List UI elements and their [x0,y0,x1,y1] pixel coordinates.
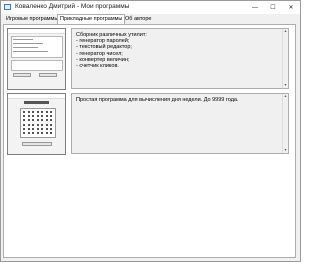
title-bar[interactable]: Коваленко Дмитрий - Мои программы — ☐ ✕ [1,1,300,14]
calendar-cell [41,132,43,134]
calendar-cell [50,132,52,134]
description-line: Простая программа для вычисления дня нед… [76,97,239,103]
maximize-button[interactable]: ☐ [264,1,282,14]
main-window: Коваленко Дмитрий - Мои программы — ☐ ✕ … [0,0,301,262]
calendar-cell [36,132,39,134]
calendar-cell [36,123,39,126]
tab-about[interactable]: Об авторе [123,15,153,23]
calendar-cell [36,111,39,113]
calendar-cell [23,115,25,118]
description-scrollbar[interactable]: ▲ ▼ [282,94,288,153]
scroll-up-icon[interactable]: ▲ [283,29,288,34]
calendar-cell [23,123,25,126]
calendar-cell [41,123,43,126]
program-description-weekday: Простая программа для вычисления дня нед… [71,93,289,154]
calendar-cell [41,111,43,113]
calendar-cell [23,127,25,130]
scroll-up-icon[interactable]: ▲ [283,94,288,99]
calendar-cell [36,115,39,118]
calendar-cell [27,119,30,122]
calendar-cell [27,132,30,134]
calendar-cell [45,115,48,118]
calendar-cell [50,119,52,122]
calendar-cell [45,127,48,130]
calendar-cell [50,111,52,113]
calendar-cell [45,119,48,122]
calendar-cell [32,132,34,134]
calendar-cell [27,115,30,118]
program-screenshot-utilities[interactable] [7,28,66,90]
calendar-cell [41,115,43,118]
calendar-cell [23,111,25,113]
calendar-cell [50,127,52,130]
calendar-cell [50,123,52,126]
calendar-cell [41,127,43,130]
scroll-down-icon[interactable]: ▼ [283,83,288,88]
scroll-down-icon[interactable]: ▼ [283,148,288,153]
tab-content-panel: Сборник различных утилит: - генератор па… [3,24,296,258]
calendar-cell [32,115,34,118]
window-title: Коваленко Дмитрий - Мои программы [15,3,130,10]
calendar-cell [45,111,48,113]
minimize-button[interactable]: — [246,1,264,14]
calendar-cell [23,119,25,122]
calendar-cell [45,132,48,134]
calendar-cell [27,111,30,113]
calendar-cell [45,123,48,126]
calendar-cell [32,119,34,122]
calendar-cell [32,111,34,113]
program-screenshot-weekday[interactable] [7,93,66,155]
close-button[interactable]: ✕ [282,1,300,14]
calendar-cell [36,127,39,130]
calendar-cell [36,119,39,122]
description-line: - счетчик кликов. [76,63,119,70]
calendar-cell [23,132,25,134]
calendar-cell [50,115,52,118]
calendar-cell [32,127,34,130]
app-icon [4,4,11,10]
calendar-cell [27,123,30,126]
tab-games[interactable]: Игровые программы [4,15,60,23]
program-description-utilities: Сборник различных утилит: - генератор па… [71,28,289,89]
calendar-cell [27,127,30,130]
tab-applied[interactable]: Прикладные программы [57,14,126,24]
tab-strip: Игровые программы Прикладные программы О… [1,14,300,24]
description-scrollbar[interactable]: ▲ ▼ [282,29,288,88]
calendar-cell [32,123,34,126]
calendar-cell [41,119,43,122]
